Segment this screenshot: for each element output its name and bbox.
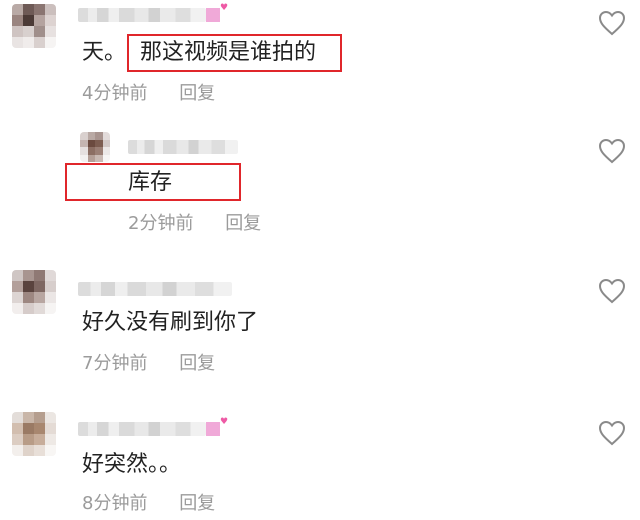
comment-time: 2分钟前 bbox=[128, 213, 194, 234]
like-button[interactable] bbox=[598, 10, 626, 36]
user-badge bbox=[206, 8, 220, 22]
comment-time: 4分钟前 bbox=[82, 83, 148, 104]
like-button[interactable] bbox=[598, 420, 626, 446]
comment-text: 好久没有刷到你了 bbox=[82, 310, 259, 335]
comment-item: ♥ 好突然。。 8分钟前 回复 bbox=[0, 408, 640, 520]
reply-button[interactable]: 回复 bbox=[179, 353, 215, 374]
username[interactable]: ♥ bbox=[78, 4, 228, 22]
username[interactable] bbox=[78, 282, 232, 296]
highlight-box bbox=[65, 163, 241, 201]
reply-button[interactable]: 回复 bbox=[225, 213, 261, 234]
highlight-box bbox=[127, 34, 342, 72]
like-button[interactable] bbox=[598, 278, 626, 304]
avatar[interactable] bbox=[12, 270, 56, 314]
avatar[interactable] bbox=[12, 412, 56, 456]
user-badge bbox=[206, 422, 220, 436]
username[interactable] bbox=[128, 140, 238, 154]
username[interactable]: ♥ bbox=[78, 418, 228, 436]
avatar[interactable] bbox=[80, 132, 110, 162]
comment-time: 8分钟前 bbox=[82, 493, 148, 514]
small-heart-icon: ♥ bbox=[220, 3, 229, 13]
heart-outline-icon bbox=[598, 278, 626, 304]
heart-outline-icon bbox=[598, 138, 626, 164]
reply-button[interactable]: 回复 bbox=[179, 493, 215, 514]
comment-meta: 7分钟前 回复 bbox=[82, 352, 215, 376]
comment-time: 7分钟前 bbox=[82, 353, 148, 374]
small-heart-icon: ♥ bbox=[220, 417, 229, 427]
comment-item: ♥ 天。 那这视频是谁拍的 4分钟前 回复 bbox=[0, 0, 640, 110]
reply-button[interactable]: 回复 bbox=[179, 83, 215, 104]
comment-text: 好突然。。 bbox=[82, 452, 182, 477]
comment-meta: 2分钟前 回复 bbox=[128, 212, 261, 236]
comment-meta: 8分钟前 回复 bbox=[82, 492, 215, 516]
like-button[interactable] bbox=[598, 138, 626, 164]
heart-outline-icon bbox=[598, 420, 626, 446]
avatar[interactable] bbox=[12, 4, 56, 48]
reply-item: 库存 2分钟前 回复 bbox=[0, 128, 640, 243]
comment-meta: 4分钟前 回复 bbox=[82, 82, 215, 106]
heart-outline-icon bbox=[598, 10, 626, 36]
comment-item: 好久没有刷到你了 7分钟前 回复 bbox=[0, 268, 640, 378]
